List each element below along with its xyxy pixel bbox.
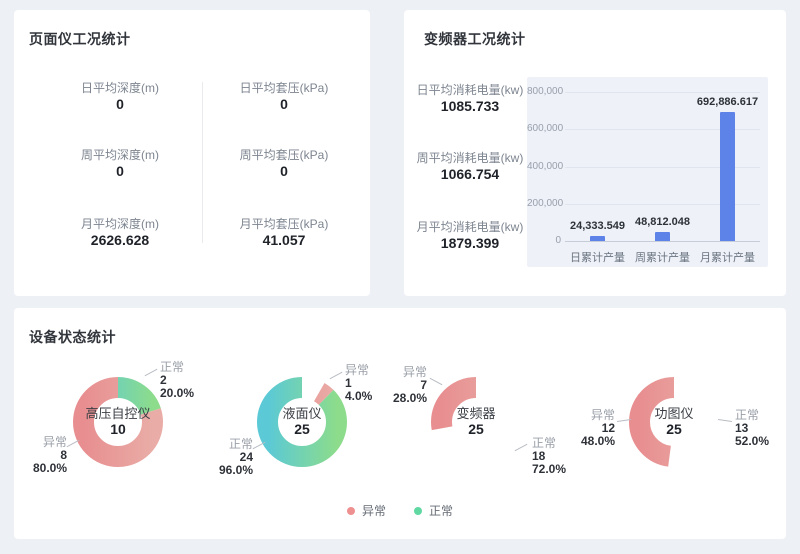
callout-line [145, 369, 158, 376]
y-axis-tick-label: 400,000 [527, 162, 561, 172]
legend-item-abnormal[interactable]: 异常 [347, 502, 386, 519]
bar-月累计产量[interactable] [720, 112, 735, 241]
stat-value: 0 [40, 163, 200, 179]
stat-week-power-consumption: 周平均消耗电量(kw) 1066.754 [404, 150, 536, 182]
stat-month-power-consumption: 月平均消耗电量(kw) 1879.399 [404, 219, 536, 251]
legend-item-normal[interactable]: 正常 [414, 502, 453, 519]
stat-label: 日平均消耗电量(kw) [404, 82, 536, 98]
stat-label: 周平均深度(m) [40, 147, 200, 163]
x-axis-label: 周累计产量 [630, 249, 695, 265]
callout-abnormal: 异常 12 48.0% [564, 409, 615, 448]
stat-label: 日平均深度(m) [40, 80, 200, 96]
panel-converter-title: 变频器工况统计 [424, 29, 526, 49]
callout-normal: 正常 24 96.0% [192, 438, 253, 477]
column-divider [202, 82, 203, 243]
panel-gauge-title: 页面仪工况统计 [29, 29, 131, 49]
y-axis-tick-label: 600,000 [527, 124, 561, 134]
gridline [565, 92, 760, 93]
normal-dot-icon [414, 507, 422, 515]
stat-value: 0 [204, 96, 364, 112]
callout-abnormal: 异常 8 80.0% [8, 436, 67, 475]
stat-value: 2626.628 [40, 232, 200, 248]
callout-line [718, 419, 732, 422]
stat-value: 0 [204, 163, 364, 179]
y-axis-tick-label: 200,000 [527, 199, 561, 209]
stat-month-avg-casing-pressure: 月平均套压(kPa) 41.057 [204, 216, 364, 248]
stat-week-avg-casing-pressure: 周平均套压(kPa) 0 [204, 147, 364, 179]
bar-value-label: 48,812.048 [603, 216, 723, 228]
stat-month-avg-depth: 月平均深度(m) 2626.628 [40, 216, 200, 248]
production-bar-chart: 0200,000400,000600,000800,00024,333.549日… [527, 77, 768, 267]
stat-day-power-consumption: 日平均消耗电量(kw) 1085.733 [404, 82, 536, 114]
callout-normal: 正常 13 52.0% [735, 409, 769, 448]
dashboard: 页面仪工况统计 日平均深度(m) 0 日平均套压(kPa) 0 周平均深度(m)… [0, 0, 800, 554]
callout-abnormal: 异常 7 28.0% [366, 366, 427, 405]
status-legend: 异常 正常 [14, 502, 786, 519]
stat-label: 日平均套压(kPa) [204, 80, 364, 96]
stat-value: 1066.754 [404, 166, 536, 182]
stat-label: 月平均深度(m) [40, 216, 200, 232]
panel-gauge-stats: 页面仪工况统计 日平均深度(m) 0 日平均套压(kPa) 0 周平均深度(m)… [14, 10, 370, 296]
stat-label: 月平均消耗电量(kw) [404, 219, 536, 235]
stat-value: 1879.399 [404, 235, 536, 251]
stat-value: 1085.733 [404, 98, 536, 114]
donut-ring[interactable] [257, 377, 347, 467]
donut-ring[interactable] [431, 377, 521, 467]
donut-ring[interactable] [73, 377, 163, 467]
stat-value: 41.057 [204, 232, 364, 248]
x-axis-label: 月累计产量 [695, 249, 760, 265]
stat-label: 周平均套压(kPa) [204, 147, 364, 163]
stat-day-avg-depth: 日平均深度(m) 0 [40, 80, 200, 112]
bar-周累计产量[interactable] [655, 232, 670, 241]
callout-normal: 正常 2 20.0% [160, 361, 194, 400]
stat-week-avg-depth: 周平均深度(m) 0 [40, 147, 200, 179]
y-axis-tick-label: 0 [527, 236, 561, 246]
callout-normal: 正常 18 72.0% [532, 437, 566, 476]
donut-chart-dynamometer: 功图仪 25 异常 12 48.0% 正常 13 52.0% [564, 332, 784, 522]
stat-value: 0 [40, 96, 200, 112]
stat-label: 月平均套压(kPa) [204, 216, 364, 232]
stat-day-avg-casing-pressure: 日平均套压(kPa) 0 [204, 80, 364, 112]
panel-converter-stats: 变频器工况统计 日平均消耗电量(kw) 1085.733 周平均消耗电量(kw)… [404, 10, 786, 296]
donut-ring[interactable] [629, 377, 719, 467]
bar-日累计产量[interactable] [590, 236, 605, 241]
panel-device-status: 设备状态统计 高压自控仪 10 正常 2 20.0% 异常 8 80.0% [14, 308, 786, 539]
y-axis-tick-label: 800,000 [527, 87, 561, 97]
donut-chart-frequency-converter: 变频器 25 异常 7 28.0% 正常 18 72.0% [366, 332, 586, 522]
stat-label: 周平均消耗电量(kw) [404, 150, 536, 166]
x-axis-label: 日累计产量 [565, 249, 630, 265]
bar-value-label: 692,886.617 [668, 96, 788, 108]
gridline [565, 241, 760, 242]
abnormal-dot-icon [347, 507, 355, 515]
